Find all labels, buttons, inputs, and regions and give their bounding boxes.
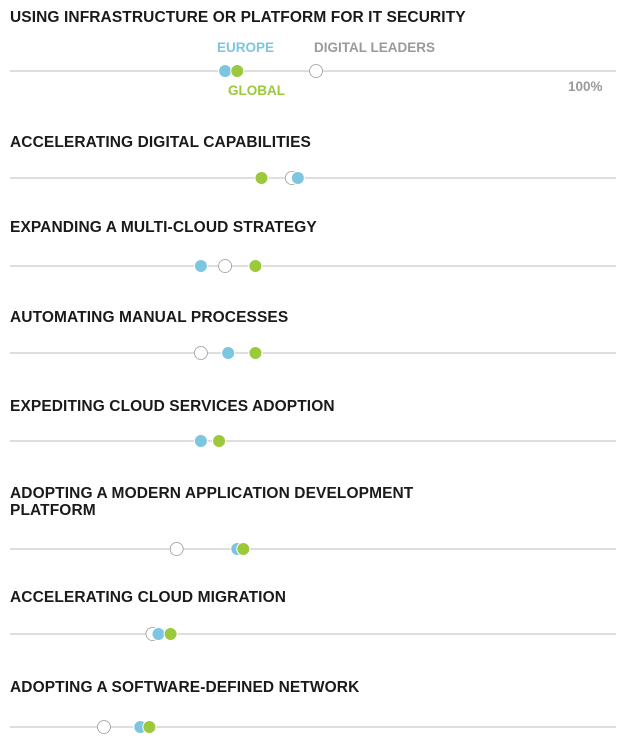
legend-europe: EUROPE (217, 40, 275, 55)
dot-digital-leaders (97, 720, 111, 734)
row-title-app-platform: ADOPTING A MODERN APPLICATION DEVELOPMEN… (10, 485, 414, 519)
dot-europe (193, 259, 208, 273)
dot-plot (10, 64, 616, 734)
dot-global (230, 64, 245, 78)
dot-global (212, 434, 227, 448)
dot-europe (290, 171, 305, 185)
dot-digital-leaders (218, 259, 233, 273)
dot-global (248, 259, 263, 273)
axis-max-label: 100% (568, 79, 603, 94)
row-title-it-security: USING INFRASTRUCTURE OR PLATFORM FOR IT … (10, 9, 466, 26)
dot-europe (218, 64, 233, 78)
priority-dot-chart: USING INFRASTRUCTURE OR PLATFORM FOR IT … (0, 0, 625, 734)
dot-global (248, 346, 263, 360)
dot-europe (193, 434, 208, 448)
row-title-cloud-services: EXPEDITING CLOUD SERVICES ADOPTION (10, 398, 335, 415)
dot-digital-leaders (169, 542, 184, 556)
row-title-multi-cloud: EXPANDING A MULTI-CLOUD STRATEGY (10, 219, 317, 236)
dot-europe (221, 346, 236, 360)
dot-digital-leaders (309, 64, 323, 78)
dot-global (163, 627, 178, 641)
dot-europe (151, 627, 166, 641)
dot-global (254, 171, 269, 185)
legend-global: GLOBAL (228, 83, 285, 98)
dot-digital-leaders (193, 346, 208, 360)
row-title-automating: AUTOMATING MANUAL PROCESSES (10, 309, 289, 326)
row-title-cloud-migration: ACCELERATING CLOUD MIGRATION (10, 589, 287, 606)
dot-global (236, 542, 251, 556)
legend-digital-leaders: DIGITAL LEADERS (314, 40, 436, 55)
row-title-digital-capabilities: ACCELERATING DIGITAL CAPABILITIES (10, 134, 311, 151)
row-title-sdn: ADOPTING A SOFTWARE-DEFINED NETWORK (10, 679, 360, 696)
dot-global (142, 720, 157, 734)
